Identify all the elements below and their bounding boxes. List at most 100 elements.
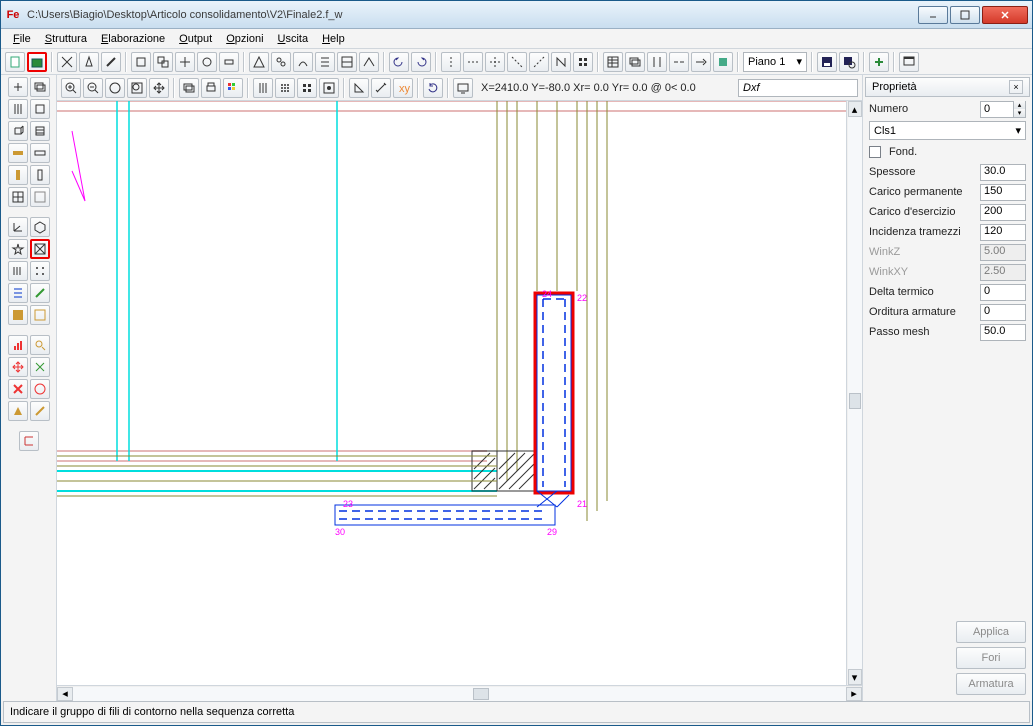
lt-tri[interactable]: [8, 401, 28, 421]
menu-opzioni[interactable]: Opzioni: [220, 31, 269, 47]
grid-b-icon[interactable]: [275, 78, 295, 98]
numero-spinner[interactable]: 0 ▴▾: [980, 101, 1026, 118]
fond-checkbox[interactable]: [869, 146, 881, 158]
open-button[interactable]: [27, 52, 47, 72]
vertical-scrollbar[interactable]: ▴ ▾: [846, 101, 862, 685]
lt-xarrows[interactable]: [8, 379, 28, 399]
zoom-out-icon[interactable]: [83, 78, 103, 98]
prop-value[interactable]: 150: [980, 184, 1026, 201]
menu-struttura[interactable]: Struttura: [39, 31, 93, 47]
scroll-up-icon[interactable]: ▴: [848, 101, 862, 117]
tool-i[interactable]: [315, 52, 335, 72]
armatura-button[interactable]: Armatura: [956, 673, 1026, 695]
close-button[interactable]: [982, 6, 1028, 24]
spin-down-icon[interactable]: ▾: [1013, 109, 1025, 117]
tool-g[interactable]: [271, 52, 291, 72]
lt-lines[interactable]: [8, 99, 28, 119]
menu-output[interactable]: Output: [173, 31, 218, 47]
panel-close-icon[interactable]: ×: [1009, 80, 1023, 94]
lt-iso[interactable]: [30, 217, 50, 237]
menu-uscita[interactable]: Uscita: [272, 31, 315, 47]
snap-d1-icon[interactable]: [507, 52, 527, 72]
menu-help[interactable]: Help: [316, 31, 351, 47]
add-green-icon[interactable]: [869, 52, 889, 72]
menu-file[interactable]: File: [7, 31, 37, 47]
grid-a-icon[interactable]: [253, 78, 273, 98]
refresh-icon[interactable]: [423, 78, 443, 98]
snap-h-icon[interactable]: [463, 52, 483, 72]
lt-3d[interactable]: [8, 121, 28, 141]
split-icon[interactable]: [647, 52, 667, 72]
lt-grid2[interactable]: [30, 187, 50, 207]
compass-icon[interactable]: [79, 52, 99, 72]
text-icon[interactable]: xy: [393, 78, 413, 98]
lt-wall1[interactable]: [8, 165, 28, 185]
lt-search[interactable]: [30, 335, 50, 355]
window-icon[interactable]: [899, 52, 919, 72]
lt-arrows[interactable]: [8, 357, 28, 377]
snap-point-icon[interactable]: [319, 78, 339, 98]
fori-button[interactable]: Fori: [956, 647, 1026, 669]
lt-beam1[interactable]: [8, 143, 28, 163]
tool-h[interactable]: [293, 52, 313, 72]
lt-plus[interactable]: [8, 77, 28, 97]
lt-dots[interactable]: [30, 261, 50, 281]
floor-dropdown[interactable]: Piano 1 ▾: [743, 52, 807, 72]
lt-rect[interactable]: [30, 99, 50, 119]
monitor-icon[interactable]: [453, 78, 473, 98]
dxf-input[interactable]: Dxf: [738, 79, 858, 97]
lt-beam2[interactable]: [30, 143, 50, 163]
maximize-button[interactable]: [950, 6, 980, 24]
extend-icon[interactable]: [691, 52, 711, 72]
vscroll-thumb[interactable]: [849, 393, 861, 409]
color-icon[interactable]: [713, 52, 733, 72]
snap-d2-icon[interactable]: [529, 52, 549, 72]
table-icon[interactable]: [603, 52, 623, 72]
lt-circle[interactable]: [30, 379, 50, 399]
horizontal-scrollbar[interactable]: ◂ ▸: [57, 685, 862, 701]
lt-pencil[interactable]: [30, 283, 50, 303]
pan-icon[interactable]: [149, 78, 169, 98]
tool-f[interactable]: [249, 52, 269, 72]
spin-up-icon[interactable]: ▴: [1013, 101, 1025, 109]
undo-button[interactable]: [389, 52, 409, 72]
redo-button[interactable]: [411, 52, 431, 72]
snap-cross-icon[interactable]: [485, 52, 505, 72]
lt-bracket[interactable]: [19, 431, 39, 451]
snap-v-icon[interactable]: [441, 52, 461, 72]
cut-icon[interactable]: [57, 52, 77, 72]
lt-arrows2[interactable]: [30, 357, 50, 377]
scroll-down-icon[interactable]: ▾: [848, 669, 862, 685]
lt-panel1[interactable]: [8, 305, 28, 325]
print-icon[interactable]: [201, 78, 221, 98]
grid-c-icon[interactable]: [297, 78, 317, 98]
prop-value[interactable]: 30.0: [980, 164, 1026, 181]
lt-panel2[interactable]: [30, 305, 50, 325]
snap-n-icon[interactable]: [551, 52, 571, 72]
drawing-canvas[interactable]: 22 24 21 29 30 23: [57, 101, 846, 685]
save-button[interactable]: [817, 52, 837, 72]
snap-grid-icon[interactable]: [573, 52, 593, 72]
angle-icon[interactable]: [349, 78, 369, 98]
tool-a[interactable]: [131, 52, 151, 72]
lt-ruler[interactable]: [8, 261, 28, 281]
palette-icon[interactable]: [223, 78, 243, 98]
lt-axes[interactable]: [8, 217, 28, 237]
zoom-extent-icon[interactable]: [105, 78, 125, 98]
lt-star[interactable]: [8, 239, 28, 259]
lt-pencil2[interactable]: [30, 401, 50, 421]
lt-wall2[interactable]: [30, 165, 50, 185]
menu-elaborazione[interactable]: Elaborazione: [95, 31, 171, 47]
save-settings-icon[interactable]: [839, 52, 859, 72]
tool-j[interactable]: [337, 52, 357, 72]
scroll-right-icon[interactable]: ▸: [846, 687, 862, 701]
lt-chart[interactable]: [8, 335, 28, 355]
minimize-button[interactable]: [918, 6, 948, 24]
measure-icon[interactable]: [371, 78, 391, 98]
lt-slab-highlighted[interactable]: [30, 239, 50, 259]
zoom-window-icon[interactable]: [127, 78, 147, 98]
zoom-in-icon[interactable]: [61, 78, 81, 98]
layers-icon[interactable]: [625, 52, 645, 72]
prop-value[interactable]: 0: [980, 284, 1026, 301]
tool-b[interactable]: [153, 52, 173, 72]
